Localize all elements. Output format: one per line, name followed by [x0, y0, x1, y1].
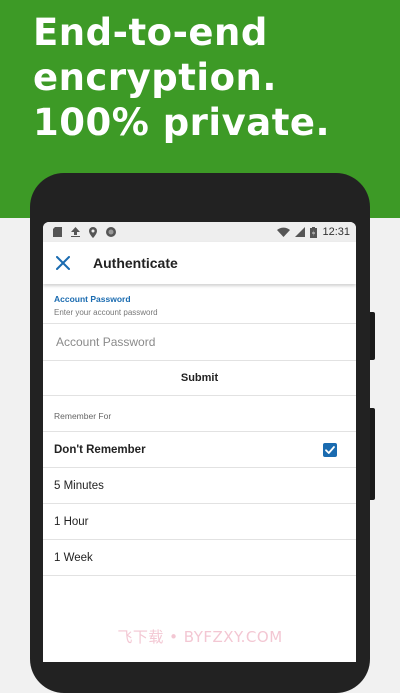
remember-option-1-hour[interactable]: 1 Hour [43, 504, 356, 540]
location-icon [89, 226, 97, 238]
page-title: Authenticate [93, 255, 178, 271]
app-toolbar: Authenticate [43, 242, 356, 284]
remember-option-dont-remember[interactable]: Don't Remember [43, 432, 356, 468]
phone-screen: 12:31 Authenticate Account Password Ente… [43, 222, 356, 662]
checkbox-checked-icon[interactable] [323, 442, 337, 457]
upload-icon [71, 227, 80, 237]
hero-line-3: 100% private. [33, 101, 331, 145]
hero-line-2: encryption. [33, 56, 277, 100]
hero-headline: End-to-end encryption. 100% private. [33, 10, 330, 145]
password-input-row [43, 324, 356, 361]
password-field-help: Enter your account password [54, 308, 158, 317]
password-field-label: Account Password [54, 294, 131, 304]
sd-card-icon [53, 227, 62, 237]
remember-option-1-week[interactable]: 1 Week [43, 540, 356, 576]
option-label: 1 Week [54, 551, 93, 564]
option-label: Don't Remember [54, 443, 146, 456]
wifi-icon [277, 227, 291, 237]
submit-button[interactable]: Submit [43, 361, 356, 396]
battery-icon [310, 226, 318, 238]
remember-for-label: Remember For [43, 396, 356, 432]
close-icon [56, 256, 70, 270]
option-label: 1 Hour [54, 515, 89, 528]
password-input[interactable] [54, 334, 345, 350]
close-button[interactable] [45, 242, 81, 284]
option-label: 5 Minutes [54, 479, 104, 492]
record-icon [106, 227, 116, 237]
status-time: 12:31 [322, 226, 350, 238]
phone-volume-button [370, 312, 375, 360]
status-bar: 12:31 [43, 222, 356, 242]
hero-line-1: End-to-end [33, 11, 268, 54]
watermark: 飞下载 • BYFZXY.COM [117, 628, 283, 646]
phone-power-button [370, 408, 375, 500]
signal-icon [295, 227, 306, 237]
remember-option-5-minutes[interactable]: 5 Minutes [43, 468, 356, 504]
password-field-header: Account Password Enter your account pass… [43, 284, 356, 324]
